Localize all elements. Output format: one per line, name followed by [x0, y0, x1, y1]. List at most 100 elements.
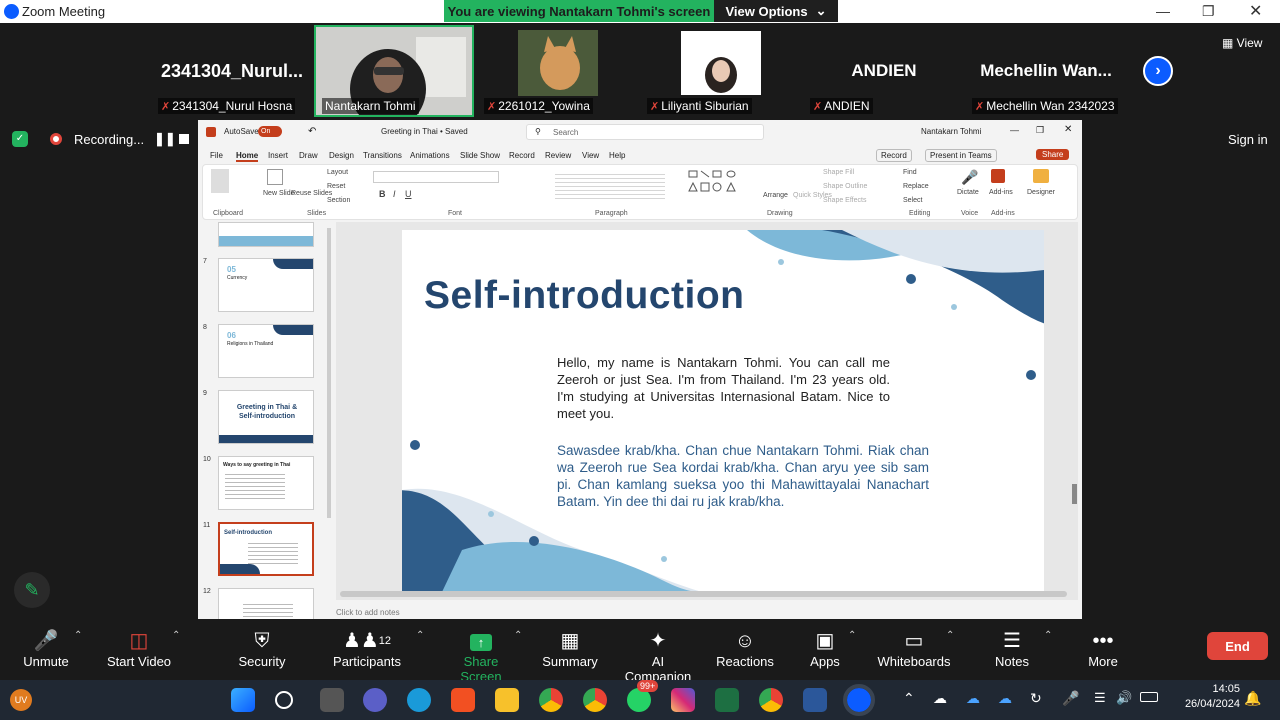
- ai-companion-button[interactable]: ✦ AI Companion: [617, 628, 699, 684]
- participant-tile[interactable]: ✗ Liliyanti Siburian: [641, 25, 801, 117]
- edge-icon[interactable]: [407, 688, 431, 712]
- tab-help[interactable]: Help: [609, 151, 625, 160]
- battery-icon[interactable]: [1140, 692, 1158, 702]
- participant-tile[interactable]: 2341304_Nurul... ✗ 2341304_Nurul Hosna: [152, 25, 312, 117]
- task-view-icon[interactable]: [320, 688, 344, 712]
- restore-icon[interactable]: ❐: [1036, 125, 1044, 136]
- restore-icon[interactable]: ❐: [1202, 3, 1215, 20]
- slide-thumbnail-selected[interactable]: Self-introduction: [218, 522, 314, 576]
- chevron-up-icon[interactable]: ⌃: [903, 690, 915, 707]
- tab-review[interactable]: Review: [545, 151, 571, 160]
- user-avatar[interactable]: UV: [10, 689, 32, 711]
- thumbnail-scrollbar[interactable]: [327, 228, 331, 518]
- chrome-icon[interactable]: [759, 688, 783, 712]
- slide-thumbnail[interactable]: [218, 222, 314, 247]
- notification-bell-icon[interactable]: 🔔: [1244, 690, 1261, 707]
- participant-tile[interactable]: ANDIEN ✗ ANDIEN: [804, 25, 964, 117]
- unmute-button[interactable]: 🎤 Unmute: [16, 628, 76, 669]
- tab-transitions[interactable]: Transitions: [363, 151, 402, 160]
- shapes-gallery[interactable]: [687, 169, 759, 203]
- security-button[interactable]: ⛨ Security: [232, 628, 292, 669]
- horizontal-scrollbar[interactable]: [340, 591, 1067, 597]
- font-select[interactable]: [373, 171, 499, 183]
- undo-icon[interactable]: ↶: [308, 126, 316, 137]
- whiteboards-caret[interactable]: ⌃: [946, 630, 954, 641]
- search-input[interactable]: ⚲ Search: [526, 124, 764, 140]
- more-button[interactable]: ••• More: [1084, 628, 1122, 669]
- paragraph-controls[interactable]: [555, 171, 665, 201]
- search-icon[interactable]: [275, 691, 293, 709]
- notes-caret[interactable]: ⌃: [1044, 630, 1052, 641]
- annotate-pencil-icon[interactable]: ✎: [14, 572, 50, 608]
- gallery-view-button[interactable]: ▦ View: [1222, 36, 1262, 50]
- current-slide[interactable]: Self-introduction Hello, my name is Nant…: [402, 230, 1044, 592]
- paste-icon[interactable]: [211, 169, 229, 193]
- share-button[interactable]: Share: [1036, 149, 1070, 160]
- file-explorer-icon[interactable]: [495, 688, 519, 712]
- notes-button[interactable]: ☰ Notes: [992, 628, 1032, 669]
- chat-icon[interactable]: [363, 688, 387, 712]
- onedrive-icon[interactable]: ☁: [966, 690, 980, 707]
- vertical-scrollbar-thumb[interactable]: [1072, 484, 1077, 504]
- tab-draw[interactable]: Draw: [299, 151, 318, 160]
- next-page-button[interactable]: ›: [1143, 56, 1173, 86]
- tab-view[interactable]: View: [582, 151, 599, 160]
- start-menu-icon[interactable]: [231, 688, 255, 712]
- new-slide-icon[interactable]: [267, 169, 283, 185]
- english-paragraph[interactable]: Hello, my name is Nantakarn Tohmi. You c…: [557, 354, 890, 422]
- participant-tile[interactable]: ✗ 2261012_Yowina: [478, 25, 638, 117]
- underline-icon[interactable]: U: [405, 189, 412, 199]
- wifi-icon[interactable]: ☰: [1094, 690, 1106, 706]
- tab-animations[interactable]: Animations: [410, 151, 450, 160]
- zoom-taskbar-icon[interactable]: [843, 684, 875, 716]
- microphone-icon[interactable]: 🎤: [961, 169, 978, 186]
- chrome-profile-icon[interactable]: [583, 688, 607, 712]
- instagram-icon[interactable]: [671, 688, 695, 712]
- onedrive-business-icon[interactable]: ☁: [998, 690, 1012, 707]
- designer-icon[interactable]: [1033, 169, 1049, 183]
- apps-caret[interactable]: ⌃: [848, 630, 856, 641]
- excel-icon[interactable]: [715, 688, 739, 712]
- volume-icon[interactable]: 🔊: [1116, 690, 1132, 706]
- autosave-toggle[interactable]: On: [258, 126, 282, 137]
- slide-thumbnail[interactable]: 05 Currency: [218, 258, 314, 312]
- whiteboards-button[interactable]: ▭ Whiteboards: [876, 628, 952, 669]
- record-button[interactable]: Record: [876, 149, 912, 162]
- participant-tile-active-speaker[interactable]: Nantakarn Tohmi: [314, 25, 474, 117]
- audio-options-caret[interactable]: ⌃: [74, 630, 82, 641]
- start-video-button[interactable]: ◫ Start Video: [104, 628, 174, 669]
- reactions-button[interactable]: ☺ Reactions: [716, 628, 774, 669]
- minimize-icon[interactable]: —: [1156, 3, 1170, 19]
- participant-tile[interactable]: Mechellin Wan... ✗ Mechellin Wan 2342023: [966, 25, 1126, 117]
- sync-icon[interactable]: ↻: [1030, 690, 1042, 707]
- microphone-in-use-icon[interactable]: 🎤: [1062, 690, 1079, 707]
- summary-button[interactable]: ▦ Summary: [540, 628, 600, 669]
- tab-insert[interactable]: Insert: [268, 151, 288, 160]
- word-icon[interactable]: [803, 688, 827, 712]
- tab-record[interactable]: Record: [509, 151, 535, 160]
- view-options-button[interactable]: View Options ⌄: [714, 0, 838, 22]
- share-options-caret[interactable]: ⌃: [514, 630, 522, 641]
- minimize-icon[interactable]: —: [1010, 125, 1019, 135]
- tab-file[interactable]: File: [210, 151, 223, 160]
- store-icon[interactable]: [451, 688, 475, 712]
- italic-icon[interactable]: I: [393, 189, 396, 199]
- end-meeting-button[interactable]: End: [1207, 632, 1268, 660]
- chrome-icon[interactable]: [539, 688, 563, 712]
- system-clock[interactable]: 14:05 26/04/2024: [1170, 682, 1240, 712]
- present-in-teams-button[interactable]: Present in Teams: [925, 149, 997, 162]
- tab-slide-show[interactable]: Slide Show: [460, 151, 500, 160]
- close-icon[interactable]: ✕: [1064, 124, 1072, 135]
- tab-home[interactable]: Home: [236, 151, 259, 162]
- tab-design[interactable]: Design: [329, 151, 354, 160]
- slide-thumbnail[interactable]: [218, 588, 314, 619]
- share-screen-button[interactable]: ↑ Share Screen: [444, 628, 518, 684]
- participants-button[interactable]: ♟♟12 Participants: [330, 628, 404, 669]
- stop-recording-icon[interactable]: [179, 134, 189, 144]
- notes-placeholder[interactable]: Click to add notes: [336, 608, 400, 617]
- close-icon[interactable]: ✕: [1249, 1, 1262, 21]
- slide-title[interactable]: Self-introduction: [424, 274, 744, 318]
- thai-paragraph[interactable]: Sawasdee krab/kha. Chan chue Nantakarn T…: [557, 442, 929, 510]
- bold-icon[interactable]: B: [379, 189, 386, 199]
- apps-button[interactable]: ▣ Apps: [806, 628, 844, 669]
